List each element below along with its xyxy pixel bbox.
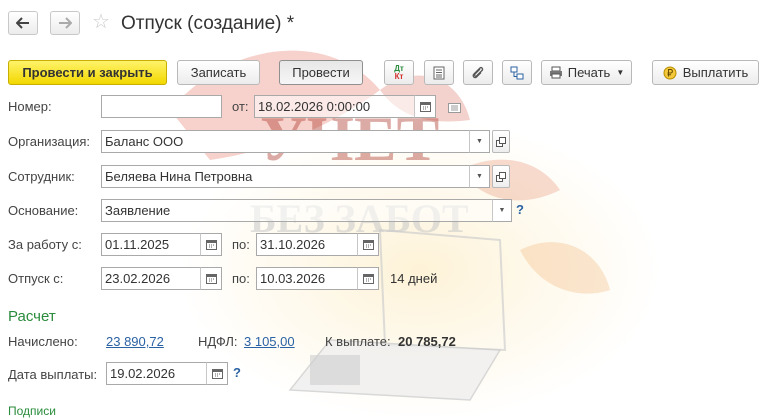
post-and-close-button[interactable]: Провести и закрыть xyxy=(8,60,167,85)
vacation-to-label: по: xyxy=(232,271,250,286)
work-to-calendar-button[interactable] xyxy=(357,233,379,256)
open-icon xyxy=(496,136,506,147)
ndfl-link[interactable]: 3 105,00 xyxy=(244,334,295,349)
basis-label: Основание: xyxy=(8,203,79,218)
employee-dropdown-button[interactable]: ▼ xyxy=(469,165,490,188)
printer-icon xyxy=(549,66,562,79)
paperclip-icon xyxy=(472,66,484,78)
calendar-icon xyxy=(419,102,431,112)
date-input[interactable]: 18.02.2026 0:00:00 xyxy=(254,95,415,118)
employee-label: Сотрудник: xyxy=(8,169,75,184)
vacation-to-calendar-button[interactable] xyxy=(357,267,379,290)
comment-icon[interactable] xyxy=(448,101,461,116)
work-period-label: За работу с: xyxy=(8,237,82,252)
document-list-icon xyxy=(433,66,445,79)
print-button[interactable]: Печать ▼ xyxy=(541,60,632,85)
number-input[interactable] xyxy=(101,95,222,118)
payout-value: 20 785,72 xyxy=(398,334,456,349)
signatures-group-link[interactable]: Подписи xyxy=(8,404,56,418)
payout-label: К выплате: xyxy=(325,334,391,349)
page-title: Отпуск (создание) * xyxy=(121,13,295,34)
work-to-input[interactable]: 31.10.2026 xyxy=(256,233,358,256)
employee-open-button[interactable] xyxy=(492,165,510,188)
dt-kt-button[interactable]: Дт Кт xyxy=(384,60,414,85)
back-button[interactable] xyxy=(8,11,38,35)
vacation-to-input[interactable]: 10.03.2026 xyxy=(256,267,358,290)
dropdown-arrow-icon: ▼ xyxy=(616,68,625,77)
vacation-from-input[interactable]: 23.02.2026 xyxy=(101,267,201,290)
date-calendar-button[interactable] xyxy=(414,95,436,118)
arrow-left-icon xyxy=(16,17,29,29)
dt-kt-icon: Дт Кт xyxy=(394,63,404,81)
pay-button[interactable]: Выплатить xyxy=(652,60,759,85)
calendar-icon xyxy=(362,274,374,284)
org-open-button[interactable] xyxy=(492,130,510,153)
print-label: Печать xyxy=(567,65,611,80)
dropdown-arrow-icon: ▼ xyxy=(476,138,483,145)
number-label: Номер: xyxy=(8,99,52,114)
dropdown-arrow-icon: ▼ xyxy=(498,207,506,214)
pay-date-input[interactable]: 19.02.2026 xyxy=(106,362,207,385)
org-input[interactable]: Баланс ООО xyxy=(101,130,470,153)
pay-date-label: Дата выплаты: xyxy=(8,367,98,382)
document-list-button[interactable] xyxy=(424,60,454,85)
structure-button[interactable] xyxy=(502,60,532,85)
pay-date-calendar-button[interactable] xyxy=(206,362,228,385)
accrued-label: Начислено: xyxy=(8,334,78,349)
ruble-coin-icon xyxy=(663,66,677,79)
save-button[interactable]: Записать xyxy=(177,60,260,85)
open-icon xyxy=(496,171,506,182)
dropdown-arrow-icon: ▼ xyxy=(476,173,483,180)
employee-input[interactable]: Беляева Нина Петровна xyxy=(101,165,470,188)
vacation-from-calendar-button[interactable] xyxy=(200,267,222,290)
work-to-label: по: xyxy=(232,237,250,252)
pay-date-help-icon[interactable]: ? xyxy=(233,365,241,380)
basis-select[interactable]: Заявление xyxy=(101,199,493,222)
attach-button[interactable] xyxy=(463,60,493,85)
org-label: Организация: xyxy=(8,134,91,149)
work-from-calendar-button[interactable] xyxy=(200,233,222,256)
pay-label: Выплатить xyxy=(682,65,749,80)
structure-icon xyxy=(510,66,524,79)
forward-button[interactable] xyxy=(50,11,80,35)
calendar-icon xyxy=(205,274,217,284)
favorite-star-icon[interactable]: ☆ xyxy=(92,12,110,32)
vacation-days-count: 14 дней xyxy=(390,271,438,286)
vacation-label: Отпуск с: xyxy=(8,271,64,286)
basis-dropdown-button[interactable]: ▼ xyxy=(492,199,512,222)
arrow-right-icon xyxy=(59,17,72,29)
ndfl-label: НДФЛ: xyxy=(198,334,238,349)
accrued-link[interactable]: 23 890,72 xyxy=(106,334,164,349)
post-button[interactable]: Провести xyxy=(279,60,363,85)
calendar-icon xyxy=(205,240,217,250)
calendar-icon xyxy=(362,240,374,250)
org-dropdown-button[interactable]: ▼ xyxy=(469,130,490,153)
calc-section-title: Расчет xyxy=(8,308,56,325)
work-from-input[interactable]: 01.11.2025 xyxy=(101,233,201,256)
calendar-icon xyxy=(211,369,223,379)
basis-help-icon[interactable]: ? xyxy=(516,202,524,217)
date-label: от: xyxy=(232,99,249,114)
